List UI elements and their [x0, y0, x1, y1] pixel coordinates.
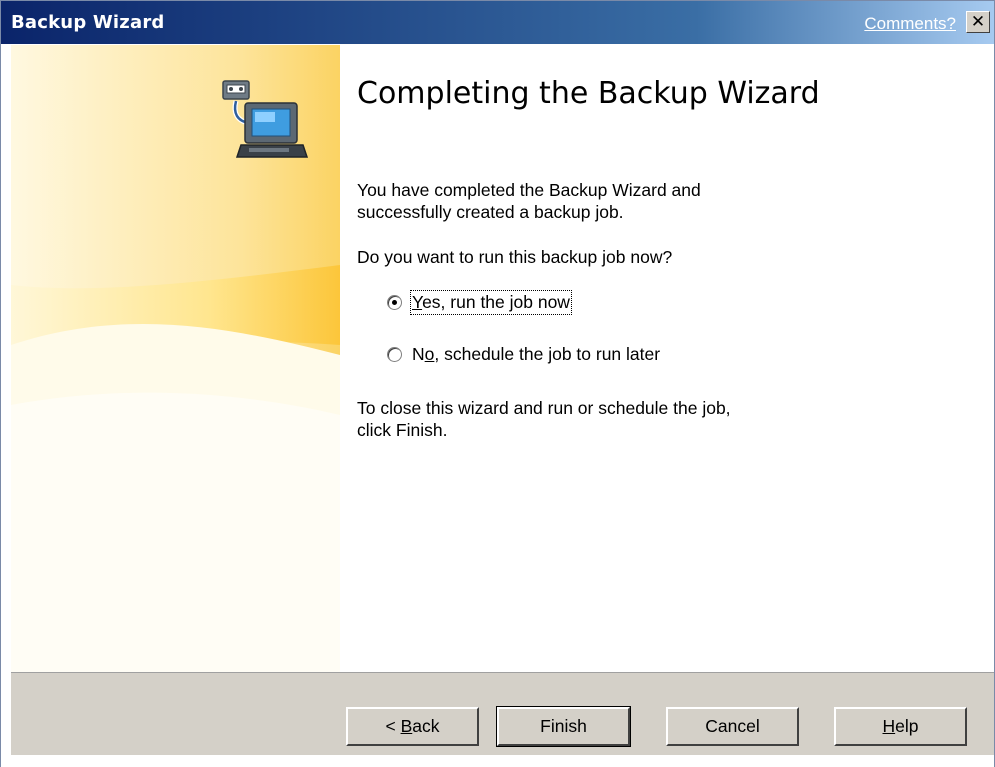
back-button[interactable]: < Back — [346, 707, 479, 746]
window-bottom-edge — [1, 755, 994, 767]
completed-message-line-1: You have completed the Backup Wizard and — [357, 180, 701, 200]
backup-computer-icon — [222, 80, 309, 158]
radio-schedule-later-label[interactable]: No, schedule the job to run later — [411, 343, 661, 366]
completed-message-line-2: successfully created a backup job. — [357, 202, 624, 222]
radio-run-now-label[interactable]: Yes, run the job now — [410, 289, 572, 315]
button-bar: < Back Finish Cancel Help — [11, 672, 994, 755]
radio-run-now[interactable]: Yes, run the job now — [387, 289, 572, 315]
finish-instructions-line-2: click Finish. — [357, 420, 448, 440]
title-bar[interactable]: Backup Wizard Comments? ✕ — [1, 1, 994, 44]
close-icon: ✕ — [970, 12, 986, 32]
finish-instructions-line-1: To close this wizard and run or schedule… — [357, 398, 731, 418]
finish-instructions: To close this wizard and run or schedule… — [357, 397, 731, 441]
backup-wizard-window: Backup Wizard Comments? ✕ Completing the… — [0, 0, 995, 767]
run-question: Do you want to run this backup job now? — [357, 247, 673, 267]
page-title: Completing the Backup Wizard — [357, 76, 820, 111]
radio-run-now-button[interactable] — [387, 294, 402, 310]
wizard-content: Completing the Backup Wizard You have co… — [340, 45, 994, 672]
help-button[interactable]: Help — [834, 707, 967, 746]
finish-button[interactable]: Finish — [496, 706, 631, 747]
radio-schedule-later[interactable]: No, schedule the job to run later — [387, 341, 661, 367]
comments-link[interactable]: Comments? — [864, 14, 956, 34]
close-button[interactable]: ✕ — [966, 11, 990, 33]
cancel-button[interactable]: Cancel — [666, 707, 799, 746]
radio-schedule-later-button[interactable] — [387, 346, 402, 362]
window-title: Backup Wizard — [11, 12, 165, 33]
wizard-side-panel — [11, 45, 340, 672]
completed-message: You have completed the Backup Wizard and… — [357, 179, 701, 223]
